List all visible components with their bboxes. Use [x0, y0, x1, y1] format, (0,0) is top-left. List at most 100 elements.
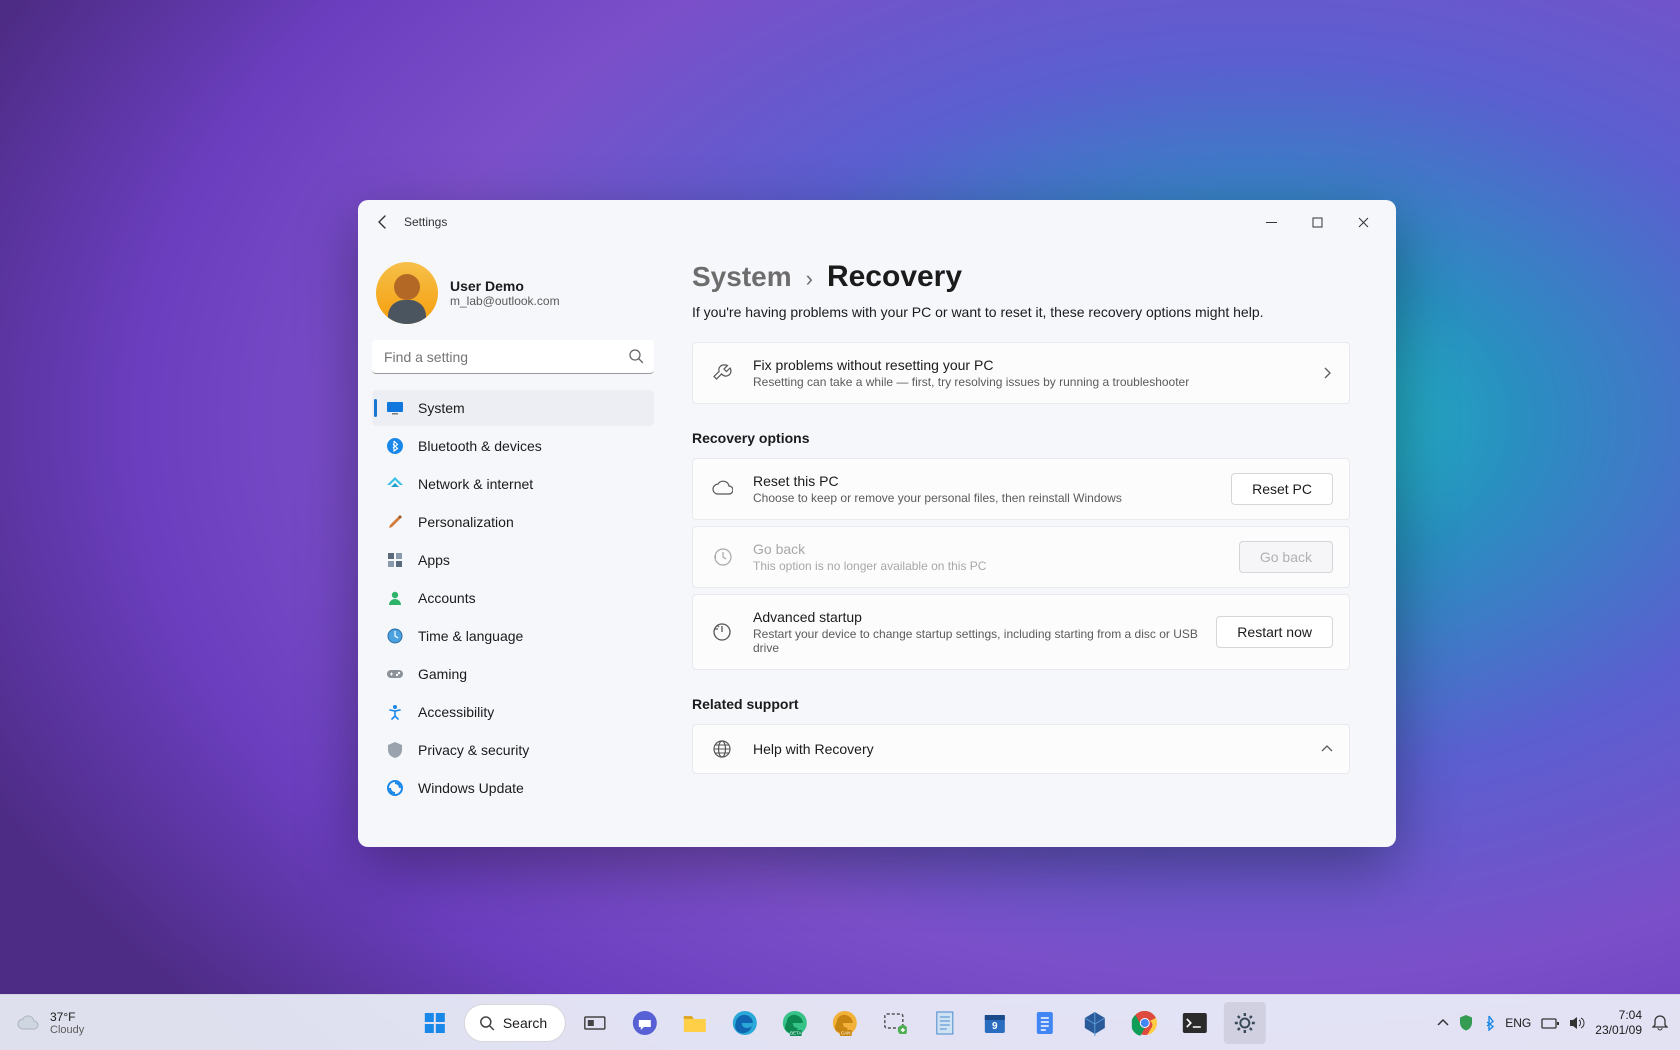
weather-widget[interactable]: 37°F Cloudy [0, 1010, 84, 1036]
tray-language[interactable]: ENG [1505, 1016, 1531, 1030]
maximize-button[interactable] [1294, 202, 1340, 242]
sidebar-item-personalization[interactable]: Personalization [372, 504, 654, 540]
taskbar-app-edge-beta[interactable]: BETA [774, 1002, 816, 1044]
tray-network-icon[interactable] [1541, 1016, 1559, 1030]
tray-overflow-button[interactable] [1437, 1017, 1449, 1029]
page-description: If you're having problems with your PC o… [692, 304, 1350, 320]
titlebar: Settings [358, 200, 1396, 244]
sidebar-item-accounts[interactable]: Accounts [372, 580, 654, 616]
search-input[interactable] [372, 340, 654, 374]
taskbar-center: Search BETA CAN 9 [414, 1002, 1266, 1044]
history-icon [709, 546, 735, 568]
taskbar-app-terminal[interactable] [1174, 1002, 1216, 1044]
clock-time: 7:04 [1595, 1008, 1642, 1023]
wrench-icon [709, 362, 735, 384]
page-title: Recovery [827, 260, 962, 294]
chevron-right-icon [1321, 367, 1333, 379]
close-icon [1358, 217, 1369, 228]
cloud-icon [14, 1010, 40, 1036]
card-title: Help with Recovery [753, 741, 1303, 757]
tray-volume-icon[interactable] [1569, 1016, 1585, 1030]
breadcrumb-parent[interactable]: System [692, 261, 792, 293]
svg-text:BETA: BETA [790, 1030, 801, 1035]
person-icon [386, 589, 404, 607]
weather-temp: 37°F [50, 1010, 84, 1024]
window-title: Settings [404, 215, 447, 229]
taskbar-app-calendar[interactable]: 9 [974, 1002, 1016, 1044]
sidebar-item-label: System [418, 400, 465, 416]
tray-bluetooth-icon[interactable] [1483, 1015, 1495, 1031]
taskbar-app-edge[interactable] [724, 1002, 766, 1044]
card-subtitle: Choose to keep or remove your personal f… [753, 491, 1213, 505]
taskbar-app-snip[interactable] [874, 1002, 916, 1044]
chevron-right-icon: › [806, 266, 813, 292]
taskbar-clock[interactable]: 7:04 23/01/09 [1595, 1008, 1642, 1038]
sidebar-item-network[interactable]: Network & internet [372, 466, 654, 502]
tray-security-icon[interactable] [1459, 1015, 1473, 1031]
sidebar-item-label: Privacy & security [418, 742, 529, 758]
edge-icon [732, 1010, 758, 1036]
close-button[interactable] [1340, 202, 1386, 242]
sidebar-item-privacy[interactable]: Privacy & security [372, 732, 654, 768]
accessibility-icon [386, 703, 404, 721]
taskbar-app-vbox[interactable] [1074, 1002, 1116, 1044]
search-label: Search [503, 1015, 547, 1031]
gear-icon [1232, 1010, 1258, 1036]
advanced-startup-card: Advanced startup Restart your device to … [692, 594, 1350, 670]
sidebar-item-time[interactable]: Time & language [372, 618, 654, 654]
settings-window: Settings User Demo m_lab@outlook.com [358, 200, 1396, 847]
profile-block[interactable]: User Demo m_lab@outlook.com [376, 262, 650, 324]
maximize-icon [1312, 217, 1323, 228]
sidebar-item-bluetooth[interactable]: Bluetooth & devices [372, 428, 654, 464]
sidebar-item-gaming[interactable]: Gaming [372, 656, 654, 692]
sidebar-item-update[interactable]: Windows Update [372, 770, 654, 806]
sidebar: User Demo m_lab@outlook.com System [358, 244, 668, 847]
minimize-icon [1266, 217, 1277, 228]
reset-pc-button[interactable]: Reset PC [1231, 473, 1333, 505]
snip-icon [883, 1012, 907, 1034]
taskbar-app-docs[interactable] [1024, 1002, 1066, 1044]
taskbar-app-notepad[interactable] [924, 1002, 966, 1044]
sidebar-item-accessibility[interactable]: Accessibility [372, 694, 654, 730]
related-support-header: Related support [692, 696, 1350, 712]
sidebar-item-system[interactable]: System [372, 390, 654, 426]
search-input-wrap [372, 340, 654, 374]
taskbar-app-settings[interactable] [1224, 1002, 1266, 1044]
back-button[interactable] [368, 207, 398, 237]
weather-desc: Cloudy [50, 1024, 84, 1036]
update-icon [386, 779, 404, 797]
edge-canary-icon: CAN [832, 1010, 858, 1036]
docs-icon [1035, 1010, 1055, 1036]
globe-clock-icon [386, 627, 404, 645]
start-button[interactable] [414, 1002, 456, 1044]
svg-text:CAN: CAN [841, 1030, 851, 1035]
go-back-card: Go back This option is no longer availab… [692, 526, 1350, 588]
search-icon[interactable] [628, 348, 644, 364]
chevron-up-icon [1437, 1017, 1449, 1029]
taskbar-app-chat[interactable] [624, 1002, 666, 1044]
minimize-button[interactable] [1248, 202, 1294, 242]
windows-icon [423, 1011, 447, 1035]
taskbar-app-explorer[interactable] [674, 1002, 716, 1044]
restart-now-button[interactable]: Restart now [1216, 616, 1333, 648]
recovery-options-header: Recovery options [692, 430, 1350, 446]
folder-icon [682, 1012, 708, 1034]
help-recovery-card[interactable]: Help with Recovery [692, 724, 1350, 774]
virtualbox-icon [1082, 1010, 1108, 1036]
task-view-icon [584, 1014, 606, 1032]
svg-text:9: 9 [992, 1021, 998, 1032]
clock-date: 23/01/09 [1595, 1023, 1642, 1038]
sidebar-item-apps[interactable]: Apps [372, 542, 654, 578]
taskbar-app-chrome[interactable] [1124, 1002, 1166, 1044]
nav-list: System Bluetooth & devices Network & int… [372, 390, 654, 806]
sidebar-item-label: Bluetooth & devices [418, 438, 542, 454]
tray-notifications-icon[interactable] [1652, 1015, 1668, 1031]
task-view-button[interactable] [574, 1002, 616, 1044]
taskbar-app-edge-canary[interactable]: CAN [824, 1002, 866, 1044]
fix-problems-card[interactable]: Fix problems without resetting your PC R… [692, 342, 1350, 404]
breadcrumb: System › Recovery [692, 260, 1350, 294]
sidebar-item-label: Windows Update [418, 780, 524, 796]
taskbar-search[interactable]: Search [464, 1004, 566, 1042]
bluetooth-icon [386, 437, 404, 455]
chrome-icon [1132, 1010, 1158, 1036]
